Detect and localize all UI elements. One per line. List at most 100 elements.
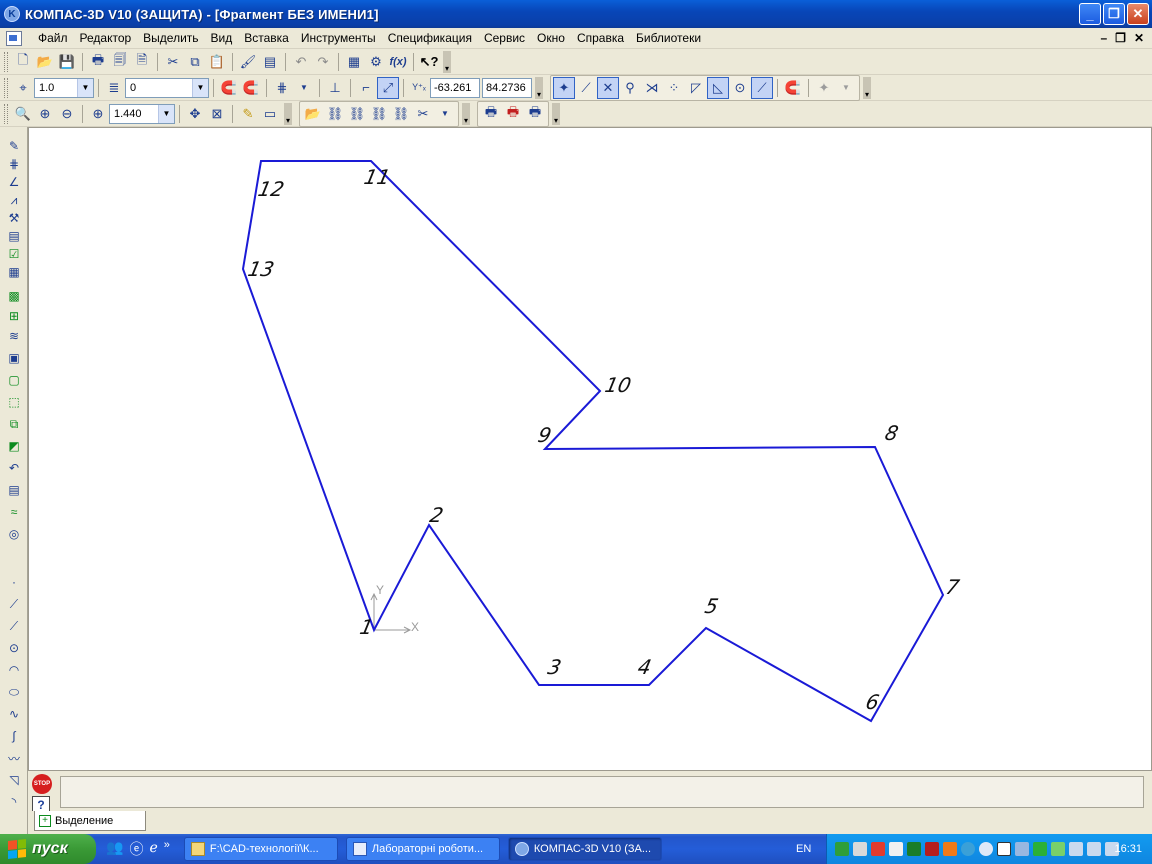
line-tool-icon[interactable]: ⟋ — [4, 595, 24, 613]
snap-center-icon[interactable]: ⊙ — [729, 77, 751, 99]
context-help-icon[interactable]: ↖? — [418, 51, 440, 73]
quicklaunch-ie-icon[interactable]: ⓔ — [129, 839, 143, 859]
geometry-panel-icon[interactable]: ✎ — [4, 137, 24, 155]
local-cs-icon[interactable]: ⊥ — [324, 77, 346, 99]
spline-tool-icon[interactable]: ∿ — [4, 705, 24, 723]
menu-libraries[interactable]: Библиотеки — [630, 31, 707, 45]
measure-panel-icon[interactable]: ▤ — [4, 227, 24, 245]
bezier-tool-icon[interactable]: ∫ — [4, 727, 24, 745]
snap-point-icon[interactable]: ✦ — [553, 76, 575, 99]
print-settings-icon[interactable]: 🖶 — [524, 103, 546, 125]
menu-service[interactable]: Сервис — [478, 31, 531, 45]
manager-icon[interactable]: ▦ — [343, 51, 365, 73]
undo-icon[interactable]: ↶ — [290, 51, 312, 73]
print-preview-icon[interactable]: 🗐 — [109, 51, 131, 73]
function-icon[interactable]: f(x) — [387, 51, 409, 73]
symbols-panel-icon[interactable]: ∠ — [4, 173, 24, 191]
copy-icon[interactable]: ⧉ — [184, 51, 206, 73]
menu-help[interactable]: Справка — [571, 31, 630, 45]
point-tool-icon[interactable]: · — [4, 573, 24, 591]
refresh-icon[interactable]: ✎ — [237, 103, 259, 125]
task-folder[interactable]: F:\CAD-технології\К... — [183, 837, 338, 861]
menu-window[interactable]: Окно — [531, 31, 571, 45]
doc-restore-icon[interactable]: ❐ — [1115, 31, 1126, 45]
pan-icon[interactable]: ✥ — [184, 103, 206, 125]
preview-icon[interactable]: 🗎 — [131, 51, 153, 73]
tray-skype-icon[interactable] — [961, 842, 975, 856]
snap-tangent-icon[interactable]: ⚲ — [619, 77, 641, 99]
parametrization-panel-icon[interactable]: ⚒ — [4, 209, 24, 227]
drawing-canvas[interactable]: X Y 1 2 3 4 5 6 7 8 9 10 11 12 13 — [28, 127, 1152, 771]
document-icon[interactable] — [6, 30, 22, 46]
chevron-down-icon[interactable]: ▼ — [77, 78, 93, 97]
menu-editor[interactable]: Редактор — [74, 31, 138, 45]
grid-icon[interactable]: ⋕ — [271, 77, 293, 99]
snap-extra-dropdown-icon[interactable]: ▼ — [835, 77, 857, 99]
language-indicator[interactable]: EN — [796, 843, 811, 855]
library-tree-icon[interactable]: ⛓ — [368, 103, 390, 125]
menu-select[interactable]: Выделить — [137, 31, 204, 45]
select-rect-icon[interactable]: ▢ — [4, 371, 24, 389]
title-bar[interactable]: K КОМПАС-3D V10 (ЗАЩИТА) - [Фрагмент БЕЗ… — [0, 0, 1152, 28]
task-word-document[interactable]: Лабораторні роботи... — [345, 837, 500, 861]
chevron-down-icon[interactable]: ▼ — [158, 104, 174, 123]
grid-dropdown-icon[interactable]: ▼ — [293, 77, 315, 99]
start-button[interactable]: пуск — [0, 834, 96, 864]
polyline-tool-icon[interactable]: 〰 — [4, 749, 24, 767]
library-connect-icon[interactable]: ⛓ — [346, 103, 368, 125]
chamfer-tool-icon[interactable]: ◹ — [4, 771, 24, 789]
tray-flag-icon[interactable] — [889, 842, 903, 856]
select-by-props-icon[interactable]: ◎ — [4, 525, 24, 543]
fillet-tool-icon[interactable]: ◝ — [4, 793, 24, 811]
tray-network-icon[interactable] — [1015, 842, 1029, 856]
select-by-type-icon[interactable]: ▤ — [4, 481, 24, 499]
snap-magnet-icon[interactable]: 🧲 — [218, 77, 240, 99]
toolbar-options-icon[interactable]: ▾ — [462, 102, 470, 125]
round-off-icon[interactable]: ⤢ — [377, 76, 399, 99]
library-dropdown-icon[interactable]: ▼ — [434, 103, 456, 125]
library-manager-icon[interactable]: 📂 — [302, 103, 324, 125]
print-layout-icon[interactable]: 🖶 — [502, 103, 524, 125]
tray-nvidia-icon[interactable] — [1051, 842, 1065, 856]
toolbar-options-icon[interactable]: ▾ — [552, 102, 560, 125]
toolbar-options-icon[interactable]: ▾ — [284, 102, 292, 125]
snap-grid-icon[interactable]: ⁘ — [663, 77, 685, 99]
snap-extra-icon[interactable]: ✦ — [813, 77, 835, 99]
edit-panel-icon[interactable]: ⩘ — [4, 191, 24, 209]
plotter-icon[interactable]: 🖶 — [480, 103, 502, 125]
select-layer-icon[interactable]: ≋ — [4, 327, 24, 345]
snap-magnet-toggle-icon[interactable]: 🧲 — [782, 77, 804, 99]
select-all-icon[interactable]: ▩ — [4, 287, 24, 305]
select-by-style-icon[interactable]: ≈ — [4, 503, 24, 521]
stop-icon[interactable]: STOP — [32, 774, 52, 794]
arc-tool-icon[interactable]: ◠ — [4, 661, 24, 679]
ortho-icon[interactable]: ⌐ — [355, 77, 377, 99]
menu-file[interactable]: Файл — [32, 31, 74, 45]
library-parts-icon[interactable]: ⛓ — [390, 103, 412, 125]
variables-icon[interactable]: ⚙ — [365, 51, 387, 73]
toolbar-options-icon[interactable]: ▾ — [443, 50, 451, 73]
ellipse-tool-icon[interactable]: ⬭ — [4, 683, 24, 701]
deselect-icon[interactable]: ↶ — [4, 459, 24, 477]
quicklaunch-ie2-icon[interactable]: ℯ — [149, 839, 157, 859]
tray-antivirus-icon[interactable] — [871, 842, 885, 856]
select-outside-icon[interactable]: ⬚ — [4, 393, 24, 411]
doc-minimize-icon[interactable]: – — [1100, 31, 1107, 45]
properties-icon[interactable]: ▤ — [259, 51, 281, 73]
cursor-step-icon[interactable]: ⌖ — [12, 77, 34, 99]
select-frame-icon[interactable]: ⊞ — [4, 307, 24, 325]
step-combo[interactable]: 1.0 ▼ — [34, 77, 94, 98]
snap-on-curve-icon[interactable]: ⟋ — [751, 76, 773, 99]
tray-vpn-icon[interactable] — [1033, 842, 1047, 856]
select-view-icon[interactable]: ▣ — [4, 349, 24, 367]
print-icon[interactable]: 🖶 — [87, 51, 109, 73]
new-document-icon[interactable]: 🗋 — [12, 51, 34, 73]
open-folder-icon[interactable]: 📂 — [34, 51, 56, 73]
chevron-down-icon[interactable]: ▼ — [192, 78, 208, 97]
tray-green-icon[interactable] — [907, 842, 921, 856]
coord-y-field[interactable]: 84.2736 — [482, 77, 532, 98]
select-cross-icon[interactable]: ⧉ — [4, 415, 24, 433]
select-poly-icon[interactable]: ◩ — [4, 437, 24, 455]
coordinates-icon[interactable]: Y⁺ₓ — [408, 77, 430, 99]
menu-insert[interactable]: Вставка — [238, 31, 295, 45]
